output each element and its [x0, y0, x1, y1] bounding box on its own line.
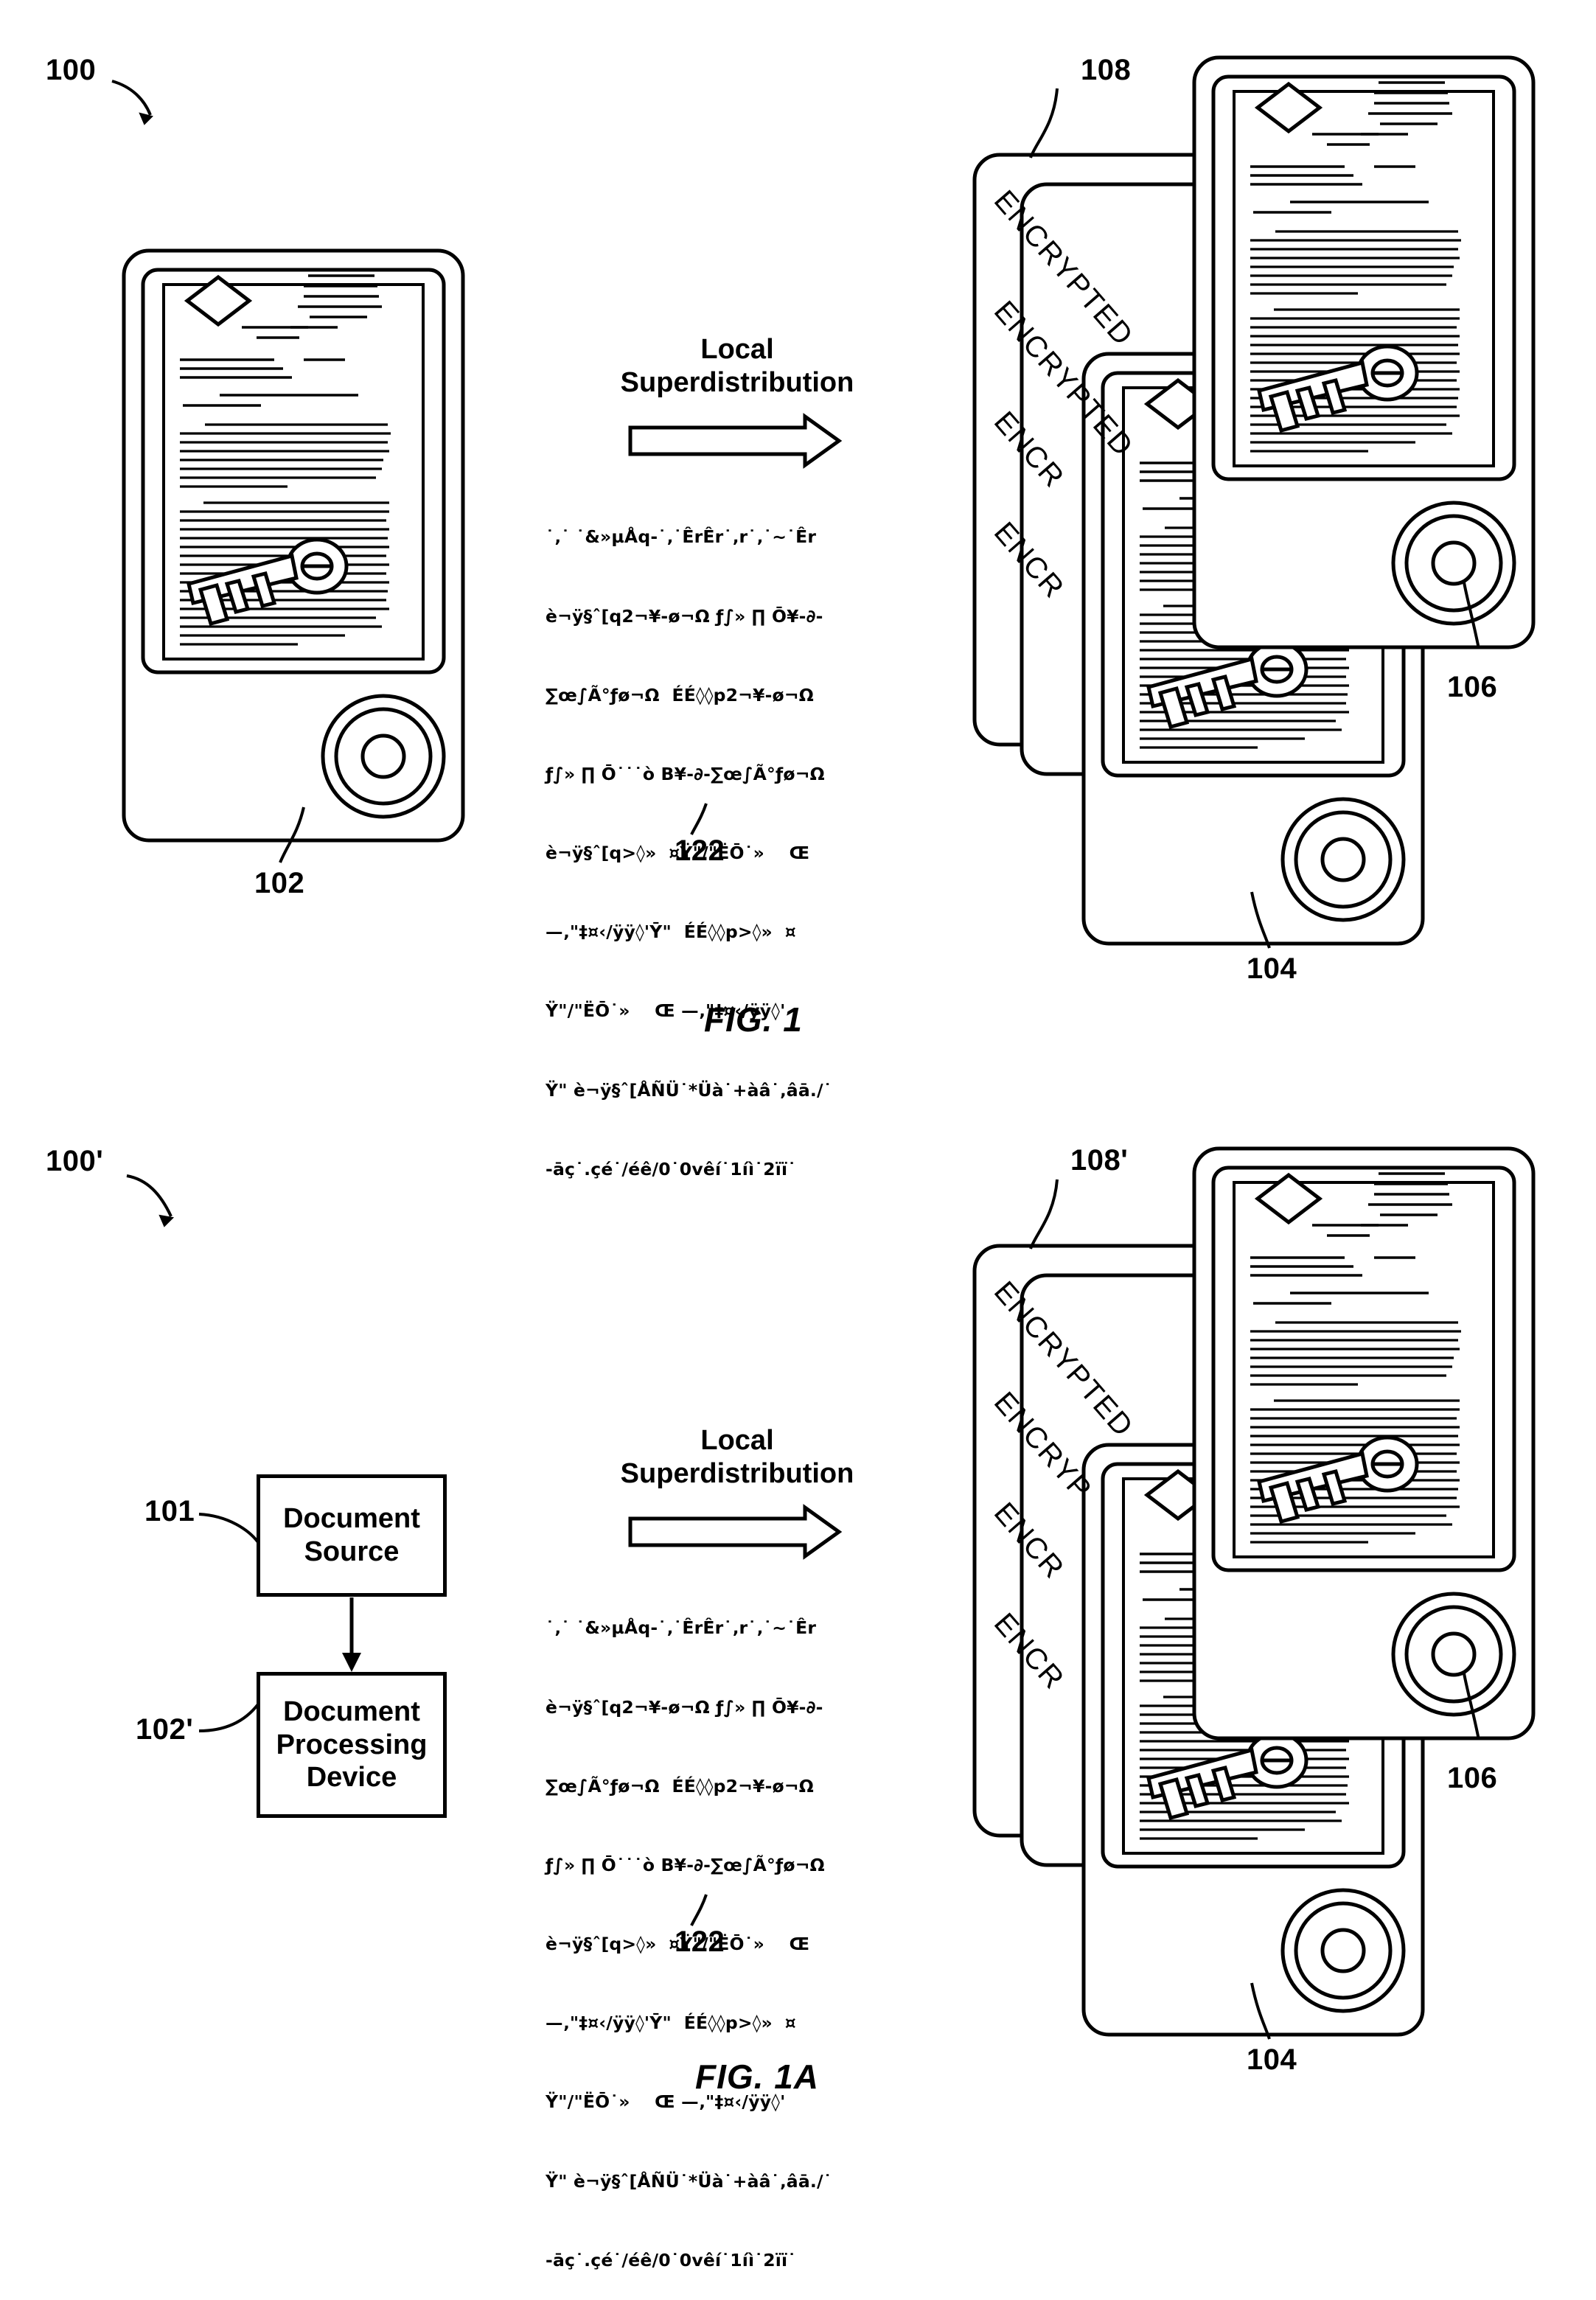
encrypted-watermark: ENCR — [987, 1607, 1071, 1696]
cipher-line: -āç˙.çé˙/éê/0˙0vêí˙1íì˙2ïï˙ — [546, 1158, 797, 1179]
ref-108-prime: 108' — [1070, 1144, 1129, 1177]
document-processing-device-box: Document Processing Device — [257, 1672, 447, 1818]
cipher-text-fig1a: ˙‚˙ ˙&»µÅq-˙‚˙ÊrÊr˙‚r˙‚˙~˙Êr è¬ÿ§ˆ[q2¬¥-… — [546, 1563, 832, 2300]
ref-100: 100 — [46, 54, 97, 86]
cipher-line: è¬ÿ§ˆ[q2¬¥-ø¬Ω ƒ∫» ∏ Ō¥-∂- — [546, 1696, 823, 1718]
ref-104-fig1a: 104 — [1247, 2043, 1297, 2076]
ref-100-prime: 100' — [46, 1145, 104, 1177]
local-superdistribution-title-fig1: Local Superdistribution — [586, 333, 888, 400]
ref-106: 106 — [1447, 671, 1498, 703]
ref-101: 101 — [144, 1495, 195, 1527]
cipher-text-fig1: ˙‚˙ ˙&»µÅq-˙‚˙ÊrÊr˙‚r˙‚˙~˙Êr è¬ÿ§ˆ[q2¬¥-… — [546, 472, 832, 1209]
cipher-line: -āç˙.çé˙/éê/0˙0vêí˙1íì˙2ïï˙ — [546, 2249, 797, 2271]
cipher-line: Ÿ" è¬ÿ§ˆ[ÅÑÜ˙*Üà˙+àâ˙‚âā./˙ — [546, 2170, 832, 2192]
cipher-line: Ÿ" è¬ÿ§ˆ[ÅÑÜ˙*Üà˙+àâ˙‚âā./˙ — [546, 1079, 832, 1101]
sd-title-line1: Local — [700, 334, 774, 365]
ref-108: 108 — [1081, 54, 1132, 86]
cipher-line: ∑œ∫Ã°ƒø¬Ω ÉÉ◊◊p2¬¥-ø¬Ω — [546, 1775, 814, 1797]
ref-102-prime: 102' — [136, 1713, 194, 1746]
sd-title-line2: Superdistribution — [620, 1457, 854, 1489]
sd-title-line1: Local — [700, 1425, 774, 1456]
cipher-line: —‚"‡¤‹/ÿÿ◊'Ȳ" ÉÉ◊◊p>◊» ¤ — [546, 2013, 796, 2034]
encrypted-watermark: ENCR — [987, 405, 1071, 495]
sd-title-line2: Superdistribution — [620, 366, 854, 398]
cipher-line: è¬ÿ§ˆ[q2¬¥-ø¬Ω ƒ∫» ∏ Ō¥-∂- — [546, 605, 823, 627]
local-superdistribution-title-fig1a: Local Superdistribution — [586, 1424, 888, 1491]
figure-1-caption: FIG. 1 — [704, 1000, 803, 1039]
encrypted-watermark: ENCR — [987, 1496, 1071, 1586]
cipher-line: è¬ÿ§ˆ[q>◊» ¤Ÿ"/"ËŌ˙» Œ — [546, 1934, 810, 1955]
ref-102: 102 — [254, 867, 305, 899]
cipher-line: ƒ∫» ∏ Ō˙˙˙ò B¥-∂-∑œ∫Ã°ƒø¬Ω — [546, 763, 825, 784]
document-source-box-label: Document Source — [283, 1503, 420, 1567]
document-source-box: Document Source — [257, 1474, 447, 1597]
ref-106-fig1a: 106 — [1447, 1762, 1498, 1794]
document-processing-device-box-label: Document Processing Device — [276, 1696, 428, 1794]
figure-1a-caption: FIG. 1A — [695, 2057, 820, 2096]
cipher-line: è¬ÿ§ˆ[q>◊» ¤Ÿ"/"ËŌ˙» Œ — [546, 843, 810, 864]
ref-104: 104 — [1247, 952, 1297, 985]
cipher-line: ˙‚˙ ˙&»µÅq-˙‚˙ÊrÊr˙‚r˙‚˙~˙Êr — [546, 1617, 817, 1639]
encrypted-watermark: ENCR — [987, 516, 1071, 605]
cipher-line: —‚"‡¤‹/ÿÿ◊'Ȳ" ÉÉ◊◊p>◊» ¤ — [546, 921, 796, 943]
cipher-line: ∑œ∫Ã°ƒø¬Ω ÉÉ◊◊p2¬¥-ø¬Ω — [546, 684, 814, 705]
cipher-line: ƒ∫» ∏ Ō˙˙˙ò B¥-∂-∑œ∫Ã°ƒø¬Ω — [546, 1854, 825, 1875]
cipher-line: ˙‚˙ ˙&»µÅq-˙‚˙ÊrÊr˙‚r˙‚˙~˙Êr — [546, 526, 817, 548]
patent-drawing-sheet: 100 102 108 106 104 122 Local Superdistr… — [0, 0, 1596, 2271]
